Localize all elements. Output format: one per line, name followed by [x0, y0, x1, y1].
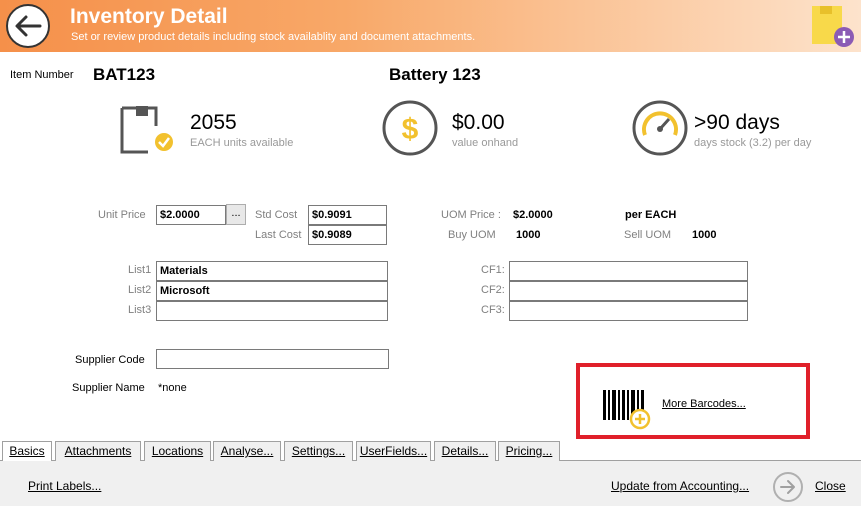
more-barcodes-link[interactable]: More Barcodes...	[662, 398, 746, 410]
list3-field[interactable]	[156, 301, 388, 321]
list3-label: List3	[128, 304, 152, 316]
tab-analyse[interactable]: Analyse...	[213, 441, 281, 461]
cf1-label: CF1:	[481, 264, 505, 276]
unit-price-field[interactable]: $2.0000	[156, 205, 226, 225]
cf3-label: CF3:	[481, 304, 505, 316]
inventory-detail-window: Inventory Detail Set or review product d…	[0, 0, 861, 506]
units-available-value: 2055	[190, 111, 237, 134]
list2-label: List2	[128, 284, 152, 296]
std-cost-field[interactable]: $0.9091	[308, 205, 387, 225]
units-available-caption: EACH units available	[190, 137, 294, 149]
days-stock-value: >90 days	[694, 111, 780, 134]
list1-label: List1	[128, 264, 152, 276]
cf3-field[interactable]	[509, 301, 748, 321]
last-cost-field[interactable]: $0.9089	[308, 225, 387, 245]
update-from-accounting-link[interactable]: Update from Accounting...	[611, 479, 749, 493]
barcode-add-icon[interactable]	[603, 388, 651, 430]
close-link[interactable]: Close	[815, 479, 846, 493]
per-unit-label: per EACH	[625, 209, 677, 221]
item-number: BAT123	[93, 65, 156, 84]
page-subtitle: Set or review product details including …	[71, 31, 476, 43]
item-name: Battery 123	[389, 65, 481, 84]
cf2-label: CF2:	[481, 284, 505, 296]
arrow-right-icon	[780, 480, 795, 494]
page-title: Inventory Detail	[70, 5, 228, 28]
value-onhand-caption: value onhand	[452, 137, 519, 149]
std-cost-label: Std Cost	[255, 209, 298, 221]
list2-field[interactable]: Microsoft	[156, 281, 388, 301]
dollar-coin-icon: $	[382, 100, 438, 156]
tab-settings[interactable]: Settings...	[284, 441, 353, 461]
tab-basics[interactable]: Basics	[2, 441, 52, 462]
last-cost-label: Last Cost	[255, 229, 302, 241]
list1-field[interactable]: Materials	[156, 261, 388, 281]
cf2-field[interactable]	[509, 281, 748, 301]
value-onhand-value: $0.00	[452, 111, 505, 134]
unit-price-ellipsis-button[interactable]: ...	[226, 204, 246, 225]
back-button[interactable]	[6, 4, 50, 48]
days-stock-caption: days stock (3.2) per day	[694, 137, 812, 149]
close-arrow-button[interactable]	[773, 472, 803, 502]
tab-pricing[interactable]: Pricing...	[498, 441, 560, 461]
cf1-field[interactable]	[509, 261, 748, 281]
unit-price-label: Unit Price	[98, 209, 146, 221]
item-number-label: Item Number	[10, 69, 74, 81]
sell-uom-label: Sell UOM	[624, 229, 672, 241]
arrow-left-icon	[15, 15, 42, 37]
buy-uom-label: Buy UOM	[448, 229, 496, 241]
box-check-icon	[120, 106, 173, 154]
tab-locations[interactable]: Locations	[144, 441, 211, 461]
tab-attachments[interactable]: Attachments	[55, 441, 141, 461]
gauge-icon	[632, 100, 688, 156]
uom-price-label: UOM Price :	[441, 209, 501, 221]
add-note-icon[interactable]	[810, 6, 854, 48]
buy-uom-value: 1000	[516, 229, 541, 241]
tab-details[interactable]: Details...	[434, 441, 496, 461]
tab-userfields[interactable]: UserFields...	[356, 441, 431, 461]
supplier-name-value: *none	[158, 382, 187, 394]
print-labels-link[interactable]: Print Labels...	[28, 479, 101, 493]
header-bar: Inventory Detail Set or review product d…	[0, 0, 861, 52]
supplier-name-label: Supplier Name	[72, 382, 145, 394]
sell-uom-value: 1000	[692, 229, 717, 241]
uom-price-value: $2.0000	[513, 209, 553, 221]
supplier-code-field[interactable]	[156, 349, 389, 369]
svg-text:$: $	[402, 113, 419, 146]
supplier-code-label: Supplier Code	[75, 354, 145, 366]
